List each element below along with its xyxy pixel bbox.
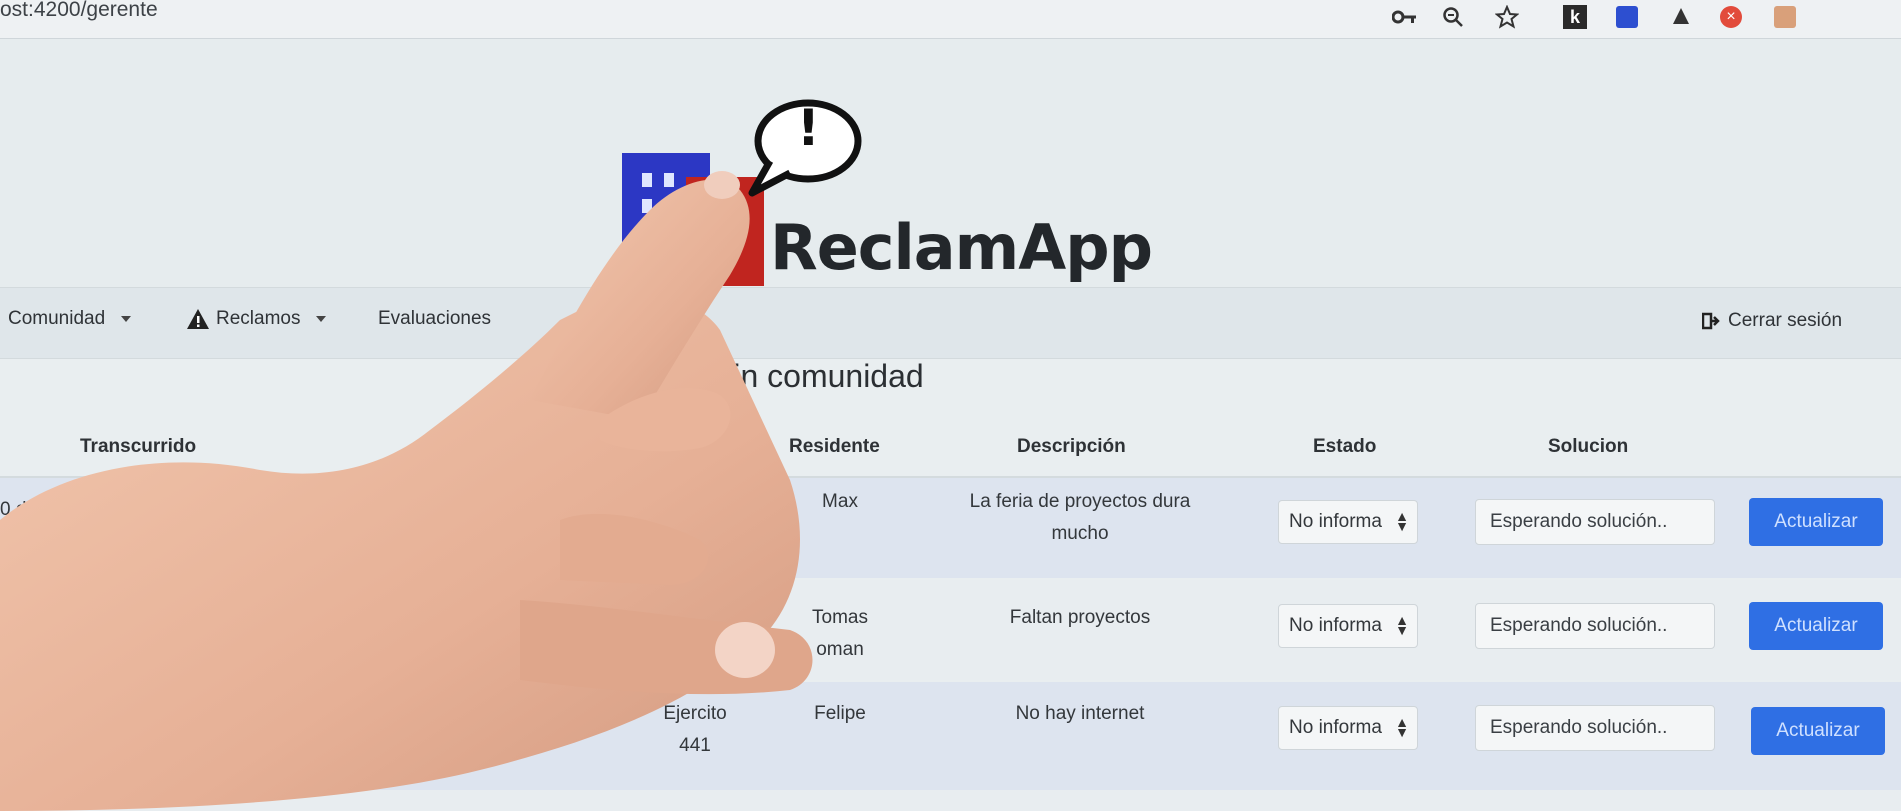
sort-arrows-icon: ▲ ▼ bbox=[1395, 714, 1409, 740]
estado-select[interactable]: No informa ▲ ▼ bbox=[1278, 706, 1418, 750]
app-header: ! ReclamApp bbox=[0, 39, 1901, 287]
solucion-input[interactable]: Esperando solución.. bbox=[1475, 603, 1715, 649]
row-direccion: Ejercito 441 bbox=[663, 491, 727, 544]
extension-dark-icon[interactable] bbox=[1666, 4, 1696, 30]
star-icon[interactable] bbox=[1492, 4, 1522, 30]
col-direccion: Dirección bbox=[642, 436, 729, 457]
solucion-input[interactable]: Esperando solución.. bbox=[1475, 705, 1715, 751]
row-descripcion: La feria de proyectos dura mucho bbox=[969, 491, 1191, 544]
nav-comunidad-label: Comunidad bbox=[8, 308, 106, 329]
zoom-icon[interactable] bbox=[1438, 4, 1468, 30]
table-row: Tomas oman Faltan proyectos No informa ▲ ▼ … bbox=[0, 580, 1901, 680]
logout-label: Cerrar sesión bbox=[1728, 310, 1843, 331]
sort-arrows-icon[interactable]: ▲ ▼ bbox=[562, 712, 576, 736]
table-row: ▲ ▼ Ejercito 441 Felipe No hay internet No… bbox=[0, 682, 1901, 790]
col-descripcion: Descripción bbox=[1017, 436, 1126, 457]
row-descripcion: Faltan proyectos bbox=[1009, 607, 1151, 628]
sort-arrows-icon: ▲ ▼ bbox=[1395, 612, 1409, 638]
warning-icon bbox=[187, 309, 209, 329]
col-transcurrido: Transcurrido bbox=[80, 436, 197, 457]
col-solucion: Solucion bbox=[1548, 436, 1629, 457]
extension-blue-icon[interactable] bbox=[1612, 4, 1642, 30]
estado-select[interactable]: No informa ▲ ▼ bbox=[1278, 500, 1418, 544]
table-footer-area bbox=[0, 790, 1901, 811]
logout-link[interactable]: Cerrar sesión bbox=[1702, 310, 1842, 332]
nav-comunidad-dropdown[interactable]: Comunidad bbox=[8, 308, 132, 330]
estado-select[interactable]: No informa ▲ ▼ bbox=[1278, 604, 1418, 648]
nav-evaluaciones-link[interactable]: Evaluaciones bbox=[378, 308, 491, 330]
row-residente: Tomas oman bbox=[812, 607, 868, 660]
browser-toolbar: ost:4200/gerente k × bbox=[0, 0, 1901, 39]
actualizar-button[interactable]: Actualizar bbox=[1749, 602, 1883, 650]
table-header: Transcurrido Dirección Residente Descrip… bbox=[0, 420, 1901, 478]
nav-evaluaciones-label: Evaluaciones bbox=[378, 308, 492, 329]
table-row: 0 días, 1 horas, 15 mi Ejercito 441 Max L… bbox=[0, 478, 1901, 578]
row-transcurrido: 0 días, 1 horas, 15 mi bbox=[0, 499, 183, 520]
chevron-down-icon bbox=[316, 316, 327, 322]
col-estado: Estado bbox=[1313, 436, 1377, 457]
row-direccion: Ejercito 441 bbox=[663, 703, 727, 756]
app-logo-text: ReclamApp bbox=[770, 211, 1153, 284]
row-descripcion: No hay internet bbox=[1015, 703, 1145, 724]
extension-red-icon[interactable]: × bbox=[1716, 4, 1746, 30]
extension-tan-icon[interactable] bbox=[1770, 4, 1800, 30]
solucion-input[interactable]: Esperando solución.. bbox=[1475, 499, 1715, 545]
actualizar-button[interactable]: Actualizar bbox=[1751, 707, 1885, 755]
extension-k-icon[interactable]: k bbox=[1560, 4, 1590, 30]
actualizar-button[interactable]: Actualizar bbox=[1749, 498, 1883, 546]
row-residente: Max bbox=[822, 491, 858, 512]
key-icon[interactable] bbox=[1390, 4, 1420, 30]
col-residente: Residente bbox=[789, 436, 880, 457]
chevron-down-icon bbox=[121, 316, 132, 322]
address-bar[interactable]: ost:4200/gerente bbox=[0, 0, 158, 22]
main-navbar: Comunidad Reclamos Evaluaciones Cerrar s… bbox=[0, 287, 1901, 359]
page-title: Sin comunidad bbox=[712, 358, 924, 394]
sort-arrows-icon: ▲ ▼ bbox=[1395, 508, 1409, 534]
nav-reclamos-dropdown[interactable]: Reclamos bbox=[186, 308, 327, 330]
alert-symbol: ! bbox=[797, 99, 820, 157]
nav-reclamos-label: Reclamos bbox=[216, 308, 301, 329]
row-residente: Felipe bbox=[814, 703, 866, 724]
sign-out-icon bbox=[1702, 312, 1720, 330]
